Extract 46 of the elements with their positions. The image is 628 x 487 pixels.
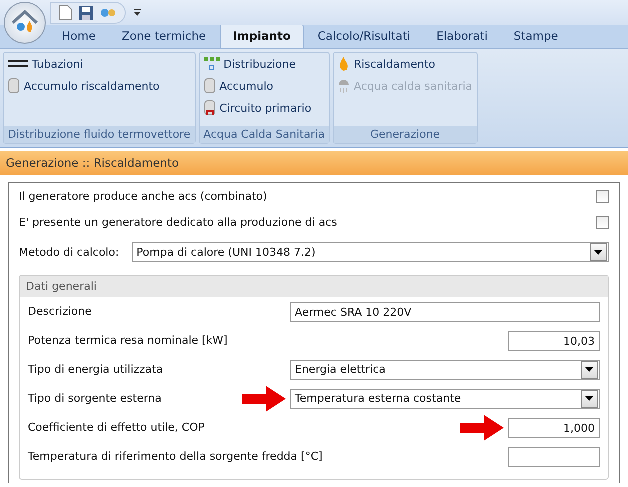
ribbon-group-title: Distribuzione fluido termovettore: [4, 126, 195, 143]
flame-icon: [338, 56, 350, 72]
ribbon-group-title: Generazione: [334, 126, 477, 143]
input-field[interactable]: Aermec SRA 10 220V: [290, 302, 600, 322]
save-icon[interactable]: [78, 4, 94, 20]
new-document-icon[interactable]: [59, 4, 73, 20]
ribbon-button[interactable]: Distribuzione: [204, 56, 326, 72]
field-label: Metodo di calcolo:: [19, 246, 120, 258]
field-label: Temperatura di riferimento della sorgente fredda [°C]: [28, 450, 324, 463]
shower-icon: [338, 78, 350, 94]
field-label: Descrizione: [28, 305, 93, 318]
input-field[interactable]: 10,03: [508, 330, 600, 350]
input-field[interactable]: 1,000: [508, 418, 600, 438]
ribbon-tab[interactable]: Home: [50, 25, 108, 48]
ribbon-button[interactable]: Accumulo: [204, 78, 326, 94]
tank-icon: [204, 100, 216, 116]
ribbon-tab[interactable]: Impianto: [220, 24, 304, 48]
checkbox[interactable]: [596, 216, 609, 228]
field-label: Potenza termica resa nominale [kW]: [28, 334, 229, 347]
input-field[interactable]: [508, 446, 600, 466]
field-label: Tipo di sorgente esterna: [28, 392, 163, 405]
ribbon-tab[interactable]: Stampe: [502, 25, 570, 48]
pipe-icon: [8, 60, 28, 68]
customize-toolbar-icon[interactable]: [134, 8, 141, 16]
ribbon-tab[interactable]: Calcolo/Risultati: [306, 25, 423, 48]
ribbon-tab[interactable]: Zone termiche: [110, 25, 218, 48]
ribbon-button[interactable]: Tubazioni: [8, 56, 191, 72]
ribbon-button[interactable]: Riscaldamento: [338, 56, 473, 72]
ribbon-button[interactable]: Circuito primario: [204, 100, 326, 116]
app-menu-button[interactable]: [4, 2, 46, 44]
field-label: Tipo di energia utilizzata: [28, 363, 164, 376]
method-dropdown[interactable]: Pompa di calore (UNI 10348 7.2): [132, 242, 609, 262]
panel-title: Generazione :: Riscaldamento: [0, 151, 628, 175]
ribbon-group-title: Acqua Calda Sanitaria: [200, 126, 330, 143]
network-icon: [204, 57, 220, 71]
dropdown[interactable]: Temperatura esterna costante: [290, 388, 600, 408]
group-title: Dati generali: [20, 276, 608, 297]
checkbox-label: E' presente un generatore dedicato alla produzione di acs: [19, 216, 338, 228]
tank-icon: [8, 78, 20, 94]
field-label: Coefficiente di effetto utile, COP: [28, 421, 206, 434]
checkbox-label: Il generatore produce anche acs (combinato): [19, 190, 268, 202]
checkbox[interactable]: [596, 190, 609, 202]
tank-icon: [204, 78, 216, 94]
ribbon-button[interactable]: Accumulo riscaldamento: [8, 78, 191, 94]
dropdown[interactable]: Energia elettrica: [290, 360, 600, 380]
ribbon-tab[interactable]: Elaborati: [424, 25, 500, 48]
